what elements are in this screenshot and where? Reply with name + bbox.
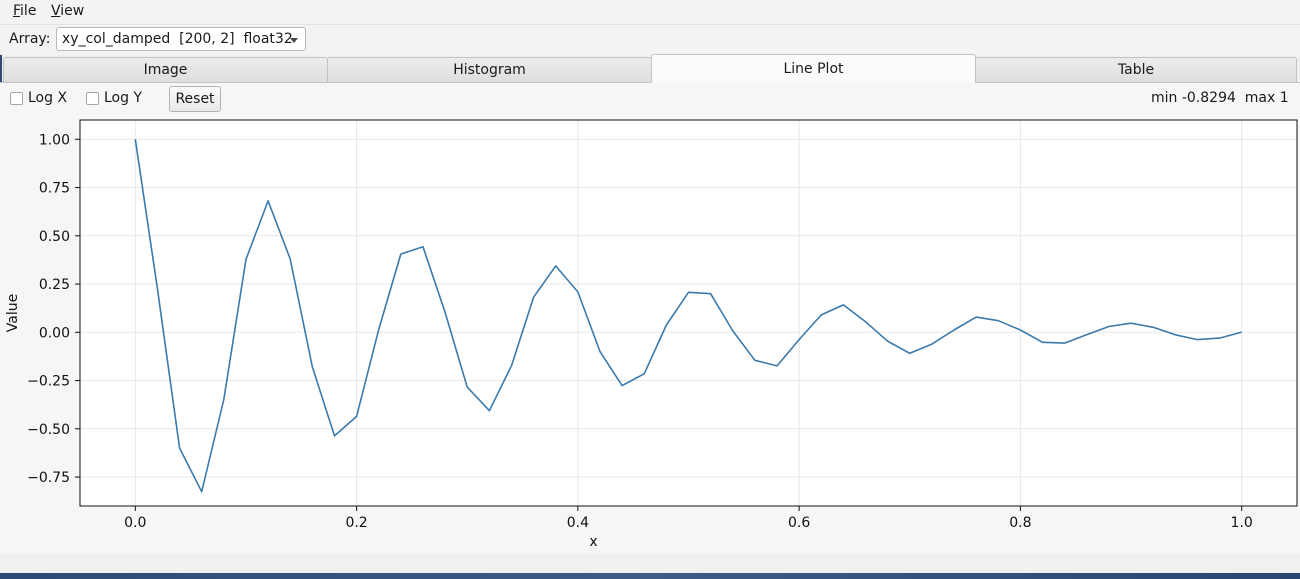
array-dropdown-value: xy_col_damped [200, 2] float32 bbox=[62, 31, 293, 47]
tab-table[interactable]: Table bbox=[975, 57, 1297, 82]
tab-bar: Image Histogram Line Plot Table bbox=[0, 54, 1300, 83]
y-tick-label: 0.00 bbox=[39, 325, 70, 341]
array-dropdown[interactable]: xy_col_damped [200, 2] float32 bbox=[56, 27, 306, 51]
array-selector-row: Array: xy_col_damped [200, 2] float32 bbox=[0, 25, 1300, 55]
menu-bar: File View bbox=[0, 0, 1300, 25]
y-tick-label: 0.50 bbox=[39, 229, 70, 245]
line-plot-chart[interactable]: 0.0 0.2 0.4 0.6 0.8 1.0 1.00 0.75 0.50 0.25 0.00 −0… bbox=[0, 116, 1300, 553]
min-max-readout: min -0.8294 max 1 bbox=[1151, 90, 1289, 106]
y-tick-label: 0.25 bbox=[39, 277, 70, 293]
array-label: Array: bbox=[9, 31, 51, 47]
desktop-edge bbox=[0, 573, 1300, 579]
x-tick-label: 0.0 bbox=[124, 515, 146, 531]
menu-view-label: iew bbox=[60, 3, 85, 19]
y-tick-label: −0.75 bbox=[27, 470, 70, 486]
menu-file[interactable]: File bbox=[13, 3, 36, 19]
y-axis-label: Value bbox=[5, 294, 21, 332]
y-tick-label: 1.00 bbox=[39, 132, 70, 148]
status-strip bbox=[0, 553, 1300, 573]
log-y-label: Log Y bbox=[104, 90, 143, 106]
log-x-label: Log X bbox=[28, 90, 68, 106]
menu-view[interactable]: View bbox=[51, 3, 84, 19]
chevron-down-icon[interactable] bbox=[290, 38, 298, 43]
log-x-checkbox[interactable] bbox=[10, 92, 23, 105]
line-plot-panel: Log X Log Y Reset min -0.8294 max 1 0.0 0… bbox=[0, 83, 1300, 553]
y-tick-label: −0.25 bbox=[27, 374, 70, 390]
tab-histogram[interactable]: Histogram bbox=[327, 57, 652, 82]
plot-area bbox=[80, 120, 1297, 506]
y-tick-label: −0.50 bbox=[27, 422, 70, 438]
reset-button[interactable]: Reset bbox=[169, 86, 221, 112]
x-axis-label: x bbox=[589, 534, 597, 550]
x-tick-label: 0.4 bbox=[567, 515, 589, 531]
tab-line-plot[interactable]: Line Plot bbox=[651, 54, 976, 83]
x-tick-label: 1.0 bbox=[1231, 515, 1253, 531]
tab-image[interactable]: Image bbox=[3, 57, 328, 82]
x-tick-label: 0.6 bbox=[788, 515, 810, 531]
y-tick-label: 0.75 bbox=[39, 181, 70, 197]
x-tick-label: 0.2 bbox=[345, 515, 367, 531]
x-tick-label: 0.8 bbox=[1009, 515, 1031, 531]
menu-file-label: ile bbox=[20, 3, 37, 19]
log-y-checkbox[interactable] bbox=[86, 92, 99, 105]
